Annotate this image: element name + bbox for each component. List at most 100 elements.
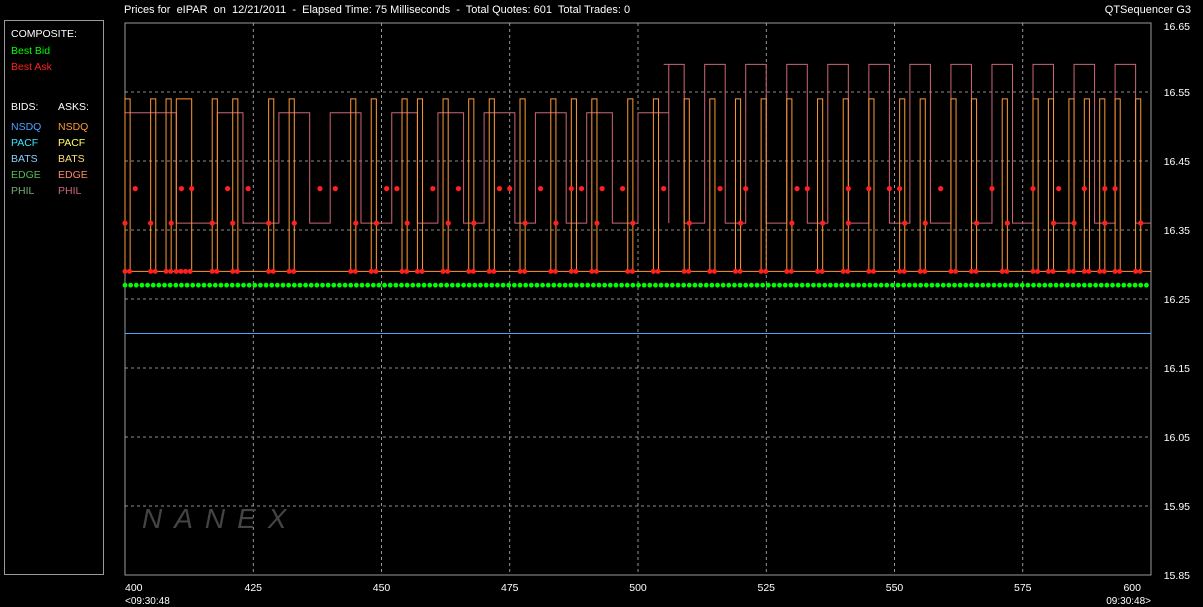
best-bid-point	[669, 282, 675, 288]
best-ask-point	[819, 268, 825, 274]
best-bid-point	[997, 282, 1003, 288]
best-bid-point	[263, 282, 269, 288]
best-ask-point	[445, 268, 451, 274]
best-bid-point	[1025, 282, 1031, 288]
best-bid-point	[128, 282, 134, 288]
best-bid-point	[382, 282, 387, 288]
best-ask-point	[953, 268, 959, 274]
best-ask-point	[1056, 186, 1062, 192]
best-bid-point	[1059, 282, 1065, 288]
best-bid-point	[985, 282, 991, 288]
best-bid-point	[337, 282, 342, 288]
best-bid-point	[1093, 282, 1098, 288]
best-bid-point	[427, 282, 433, 288]
best-bid-point	[901, 282, 907, 288]
best-ask-point	[168, 220, 174, 226]
best-bid-point	[748, 282, 754, 288]
best-bid-point	[179, 282, 184, 288]
best-ask-point	[1081, 268, 1087, 274]
best-bid-point	[867, 282, 873, 288]
best-bid-point	[912, 282, 918, 288]
best-ask-point	[1117, 268, 1123, 274]
best-bid-point	[365, 282, 371, 288]
best-ask-point	[738, 220, 744, 226]
best-bid-point	[528, 282, 534, 288]
best-ask-point	[922, 268, 928, 274]
best-ask-point	[845, 268, 851, 274]
best-ask-point	[266, 268, 272, 274]
best-ask-point	[866, 186, 872, 192]
best-bid-point	[156, 282, 162, 288]
best-ask-point	[938, 186, 944, 192]
best-bid-point	[653, 282, 658, 288]
best-bid-point	[991, 282, 997, 288]
best-ask-point	[445, 220, 451, 226]
best-bid-point	[387, 282, 393, 288]
best-ask-point	[707, 268, 713, 274]
best-ask-point	[522, 268, 528, 274]
best-bid-point	[455, 282, 461, 288]
best-bid-point	[850, 282, 856, 288]
y-tick-label: 15.95	[1164, 501, 1190, 513]
best-bid-point	[935, 282, 940, 288]
best-ask-point	[148, 220, 154, 226]
y-tick-label: 16.35	[1164, 225, 1190, 237]
best-ask-point	[897, 268, 903, 274]
best-bid-point	[184, 282, 190, 288]
best-ask-point	[1138, 220, 1144, 226]
best-ask-point	[234, 268, 240, 274]
best-bid-point	[235, 282, 241, 288]
best-bid-point	[551, 282, 557, 288]
best-ask-point	[743, 186, 749, 192]
best-bid-point	[444, 282, 450, 288]
best-ask-point	[870, 268, 876, 274]
best-bid-point	[517, 282, 523, 288]
best-bid-point	[777, 282, 782, 288]
best-ask-point	[230, 268, 236, 274]
best-bid-point	[534, 282, 540, 288]
best-bid-point	[280, 282, 286, 288]
best-ask-point	[348, 268, 354, 274]
best-bid-point	[906, 282, 912, 288]
best-ask-point	[507, 186, 513, 192]
best-bid-point	[241, 282, 246, 288]
best-bid-point	[923, 282, 929, 288]
best-ask-point	[902, 220, 908, 226]
best-ask-point	[840, 268, 846, 274]
best-bid-point	[1008, 282, 1014, 288]
best-ask-point	[758, 268, 764, 274]
best-bid-point	[698, 282, 703, 288]
best-ask-point	[209, 220, 215, 226]
best-ask-point	[466, 268, 472, 274]
x-tick-label: 575	[1014, 582, 1032, 594]
best-bid-point	[1053, 282, 1059, 288]
best-ask-point	[1071, 220, 1077, 226]
x-tick-label: 525	[757, 582, 775, 594]
best-ask-point	[1045, 268, 1051, 274]
best-ask-point	[163, 268, 169, 274]
best-ask-point	[999, 268, 1005, 274]
best-ask-point	[973, 220, 980, 226]
best-ask-point	[845, 186, 851, 192]
best-ask-point	[886, 186, 892, 192]
best-ask-point	[630, 220, 636, 226]
best-bid-point	[432, 282, 438, 288]
best-bid-point	[929, 282, 935, 288]
x-end-time: 09:30:48>	[1106, 596, 1151, 607]
best-bid-point	[974, 282, 980, 288]
best-bid-point	[438, 282, 444, 288]
best-ask-point	[122, 220, 128, 226]
best-bid-point	[500, 282, 506, 288]
best-bid-point	[596, 282, 602, 288]
best-bid-point	[506, 282, 512, 288]
best-bid-point	[1036, 282, 1042, 288]
best-bid-point	[1002, 282, 1008, 288]
best-bid-point	[207, 282, 213, 288]
best-bid-point	[782, 282, 788, 288]
best-ask-point	[917, 268, 923, 274]
best-ask-point	[655, 268, 661, 274]
best-bid-point	[286, 282, 292, 288]
x-tick-label: 400	[125, 582, 143, 594]
best-bid-point	[495, 282, 500, 288]
best-ask-point	[373, 220, 379, 226]
